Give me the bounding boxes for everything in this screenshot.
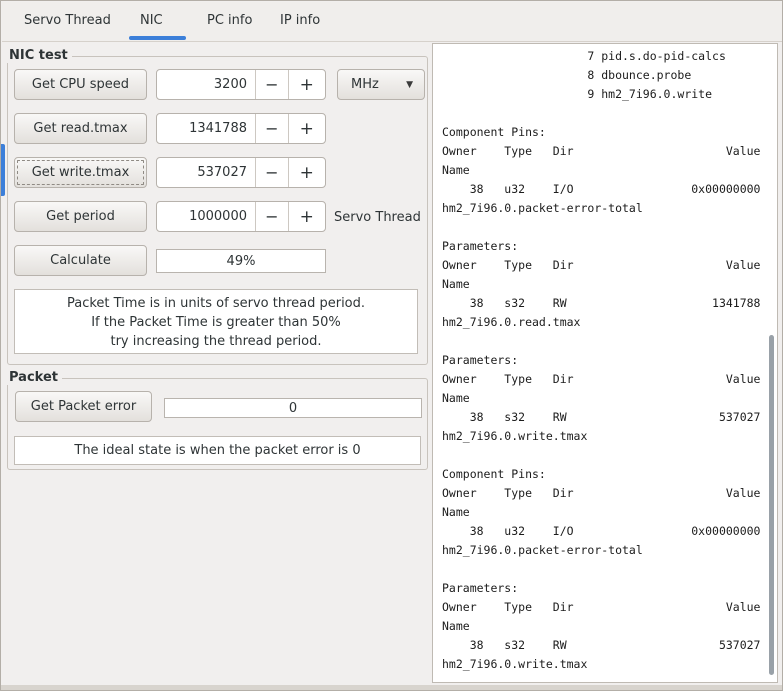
cpu-speed-unit-combo[interactable]: MHz ▼ (337, 69, 425, 100)
period-minus-icon[interactable]: − (255, 202, 288, 231)
cpu-speed-input[interactable] (157, 70, 255, 99)
packet-time-note: Packet Time is in units of servo thread … (14, 289, 418, 354)
get-period-button[interactable]: Get period (14, 201, 147, 232)
tab-ip-info[interactable]: IP info (280, 13, 320, 28)
write-tmax-spinbox: − + (156, 157, 326, 188)
window-bottom-edge (1, 685, 782, 690)
packet-frame-label: Packet (7, 370, 62, 385)
packet-error-value: 0 (164, 398, 422, 418)
packet-time-progress: 49% (156, 249, 326, 273)
tab-servo-thread[interactable]: Servo Thread (24, 13, 111, 28)
get-write-tmax-button[interactable]: Get write.tmax (14, 157, 147, 188)
mesa-nic-window: Servo Thread NIC PC info IP info NIC tes… (0, 0, 783, 691)
write-tmax-input[interactable] (157, 158, 255, 187)
packet-time-note-line1: Packet Time is in units of servo thread … (66, 296, 366, 311)
read-tmax-input[interactable] (157, 114, 255, 143)
hal-output-text: 7 pid.s.do-pid-calcs 8 dbounce.probe 9 h… (442, 49, 761, 671)
period-spinbox: − + (156, 201, 326, 232)
read-tmax-minus-icon[interactable]: − (255, 114, 288, 143)
period-input[interactable] (157, 202, 255, 231)
read-tmax-spinbox: − + (156, 113, 326, 144)
packet-time-note-line2: If the Packet Time is greater than 50% (91, 315, 341, 330)
packet-time-note-line3: try increasing the thread period. (110, 334, 322, 349)
active-tab-underline (129, 36, 186, 40)
tab-bar: Servo Thread NIC PC info IP info (2, 2, 782, 42)
get-cpu-speed-button[interactable]: Get CPU speed (14, 69, 147, 100)
tab-pc-info[interactable]: PC info (207, 13, 252, 28)
packet-error-note: The ideal state is when the packet error… (14, 436, 421, 465)
calculate-button[interactable]: Calculate (14, 245, 147, 276)
chevron-down-icon: ▼ (406, 79, 413, 90)
write-tmax-minus-icon[interactable]: − (255, 158, 288, 187)
tab-nic[interactable]: NIC (140, 13, 163, 28)
get-packet-error-button[interactable]: Get Packet error (15, 391, 152, 422)
cpu-speed-spinbox: − + (156, 69, 326, 100)
cpu-speed-unit-label: MHz (351, 77, 379, 92)
get-read-tmax-button[interactable]: Get read.tmax (14, 113, 147, 144)
period-plus-icon[interactable]: + (287, 202, 325, 231)
output-vertical-scrollbar-thumb[interactable] (769, 335, 774, 675)
servo-thread-label: Servo Thread (334, 210, 421, 225)
left-scrollbar-thumb[interactable] (1, 144, 5, 196)
read-tmax-plus-icon[interactable]: + (287, 114, 325, 143)
hal-output-panel: 7 pid.s.do-pid-calcs 8 dbounce.probe 9 h… (432, 43, 778, 683)
cpu-speed-minus-icon[interactable]: − (255, 70, 288, 99)
cpu-speed-plus-icon[interactable]: + (287, 70, 325, 99)
write-tmax-plus-icon[interactable]: + (287, 158, 325, 187)
nic-test-frame-label: NIC test (7, 48, 72, 63)
